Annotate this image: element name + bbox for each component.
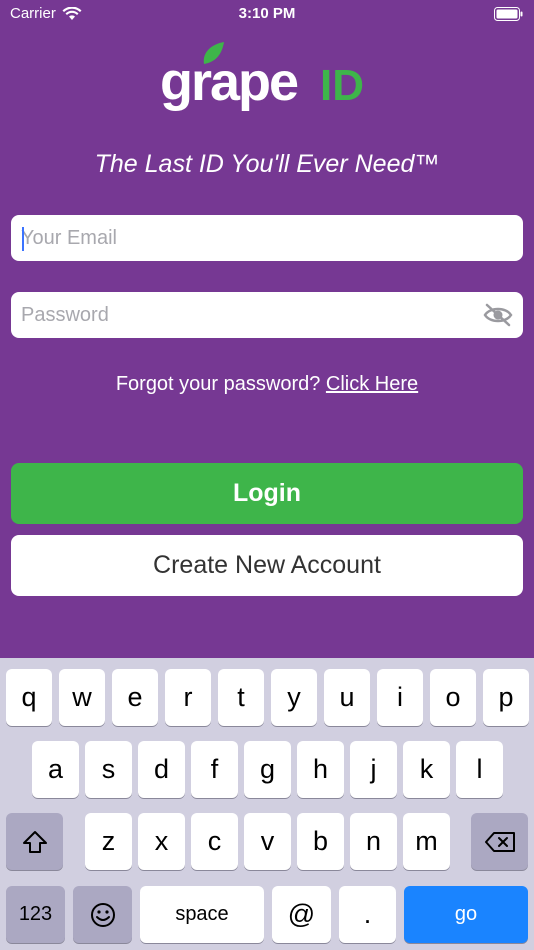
email-input[interactable] <box>21 215 481 261</box>
key-n[interactable]: n <box>350 813 397 870</box>
email-field[interactable] <box>11 215 523 261</box>
status-time: 3:10 PM <box>238 5 296 22</box>
shift-key[interactable] <box>6 813 63 870</box>
key-h[interactable]: h <box>297 741 344 798</box>
grape-id-logo: grape ID <box>160 42 364 112</box>
shift-icon <box>22 830 47 853</box>
key-u[interactable]: u <box>324 669 370 726</box>
delete-key[interactable] <box>471 813 528 870</box>
emoji-key[interactable] <box>73 886 132 943</box>
key-k[interactable]: k <box>403 741 450 798</box>
key-i[interactable]: i <box>377 669 423 726</box>
key-x[interactable]: x <box>138 813 185 870</box>
go-key[interactable]: go <box>404 886 528 943</box>
key-dot[interactable]: . <box>339 886 396 943</box>
status-bar: Carrier 3:10 PM <box>0 0 534 28</box>
forgot-password-text: Forgot your password? <box>115 373 326 395</box>
logo-id: ID <box>320 61 364 110</box>
key-w[interactable]: w <box>59 669 105 726</box>
key-t[interactable]: t <box>218 669 264 726</box>
on-screen-keyboard: q w e r t y u i o p a s d f g h j k l z … <box>0 658 534 950</box>
key-v[interactable]: v <box>244 813 291 870</box>
forgot-password-link[interactable]: Click Here <box>326 373 418 395</box>
logo-wordmark: grape <box>160 52 298 112</box>
login-button[interactable]: Login <box>11 463 523 524</box>
key-g[interactable]: g <box>244 741 291 798</box>
password-field[interactable] <box>11 292 523 338</box>
emoji-icon <box>90 902 115 927</box>
key-z[interactable]: z <box>85 813 132 870</box>
key-q[interactable]: q <box>6 669 52 726</box>
create-account-button[interactable]: Create New Account <box>11 535 523 596</box>
key-f[interactable]: f <box>191 741 238 798</box>
key-r[interactable]: r <box>165 669 211 726</box>
eye-slash-icon[interactable] <box>483 302 513 328</box>
backspace-icon <box>484 831 515 852</box>
key-o[interactable]: o <box>430 669 476 726</box>
key-l[interactable]: l <box>456 741 503 798</box>
key-b[interactable]: b <box>297 813 344 870</box>
key-y[interactable]: y <box>271 669 317 726</box>
battery-icon <box>494 7 523 21</box>
key-j[interactable]: j <box>350 741 397 798</box>
numbers-key[interactable]: 123 <box>6 886 65 943</box>
key-s[interactable]: s <box>85 741 132 798</box>
key-d[interactable]: d <box>138 741 185 798</box>
key-a[interactable]: a <box>32 741 79 798</box>
key-c[interactable]: c <box>191 813 238 870</box>
key-at[interactable]: @ <box>272 886 331 943</box>
text-cursor <box>22 227 24 251</box>
key-e[interactable]: e <box>112 669 158 726</box>
forgot-password: Forgot your password? Click Here <box>0 373 534 396</box>
key-p[interactable]: p <box>483 669 529 726</box>
key-m[interactable]: m <box>403 813 450 870</box>
password-input[interactable] <box>21 292 481 338</box>
space-key[interactable]: space <box>140 886 264 943</box>
tagline: The Last ID You'll Ever Need™ <box>94 150 440 178</box>
